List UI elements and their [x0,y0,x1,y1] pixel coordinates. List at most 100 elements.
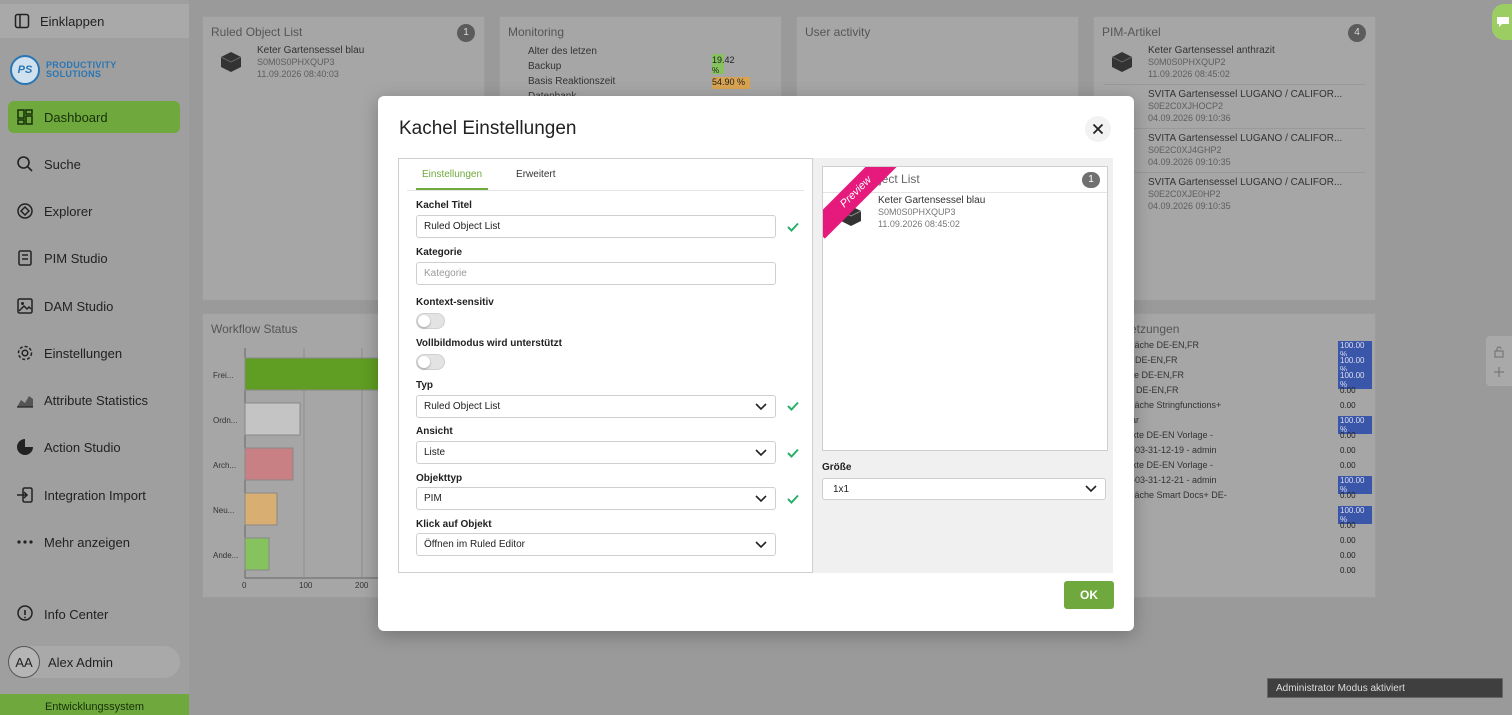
translation-value: 0.00 [1340,551,1356,560]
tile-translations[interactable]: etzungen erfläche DE-EN,FR 100.00 % rte DE… [1093,313,1376,598]
sidebar-item-attribute-statistics[interactable]: Attribute Statistics [8,384,180,416]
view-select[interactable]: Liste [416,441,776,464]
sidebar-item-dashboard[interactable]: Dashboard [8,101,180,133]
monitor-row: Backup [528,61,562,72]
chart-bar[interactable] [244,537,270,571]
tile-title-input[interactable]: Ruled Object List [416,215,776,238]
chat-icon [1497,17,1509,27]
chart-bar[interactable] [244,357,383,391]
check-icon [787,401,799,411]
tile-title: PIM-Artikel [1102,25,1161,39]
translation-value: 0.00 [1340,446,1356,455]
tab-erweitert[interactable]: Erweitert [510,165,561,190]
chevron-down-icon [1085,485,1097,493]
category-label: Ordn... [213,416,237,425]
list-item[interactable]: SVITA Gartensessel LUGANO / CALIFOR... S… [1104,87,1365,129]
check-icon [787,494,799,504]
object-type-select[interactable]: PIM [416,487,776,510]
chart-bar[interactable] [244,492,278,526]
explorer-icon [17,203,33,219]
translation-value: 0.00 [1340,461,1356,470]
tick-label: 200 [355,581,369,590]
item-code: S0E2C0XJE0HP2 [1148,189,1221,199]
list-item[interactable]: SVITA Gartensessel LUGANO / CALIFOR... S… [1104,175,1365,217]
lock-icon[interactable] [1493,346,1505,358]
check-icon [787,222,799,232]
sidebar-item-label: PIM Studio [44,250,108,266]
fullscreen-toggle[interactable] [416,354,445,370]
translation-label: erfläche Smart Docs+ DE- [1122,490,1227,500]
close-icon [1092,123,1104,135]
sidebar-item-more[interactable]: Mehr anzeigen [8,526,180,558]
chevron-down-icon [755,495,767,503]
item-date: 04.09.2026 09:10:35 [1148,157,1231,167]
context-sensitive-toggle[interactable] [416,313,445,329]
tile-pim-artikel[interactable]: PIM-Artikel 4 Keter Gartensessel anthraz… [1093,16,1376,301]
sidebar-item-explorer[interactable]: Explorer [8,195,180,227]
sidebar-item-label: DAM Studio [44,298,114,314]
select-value: Öffnen im Ruled Editor [424,539,525,550]
tick-label: 0 [242,581,247,590]
search-icon [17,156,33,172]
select-value: PIM [424,493,442,504]
product-thumbnail [1111,52,1133,72]
chat-button[interactable] [1492,4,1512,40]
info-icon [17,605,33,621]
list-item[interactable]: SVITA Gartensessel LUGANO / CALIFOR... S… [1104,131,1365,173]
sidebar-item-label: Mehr anzeigen [44,534,130,550]
more-icon [17,540,33,544]
category-label: Arch... [213,461,236,470]
chart-bar[interactable] [244,447,294,481]
tile-preview: Object List 1 Keter Gartensessel blau S0… [822,166,1108,451]
tab-einstellungen[interactable]: Einstellungen [416,165,489,190]
translation-row: erfläche Stringfunctions+ 0.00 [1122,400,1372,415]
tile-settings-dialog: Kachel Einstellungen Einstellungen Erwei… [378,96,1134,631]
sidebar: Einklappen PS PRODUCTIVITY SOLUTIONS Das… [0,0,189,715]
list-item[interactable]: Keter Gartensessel blau S0M0S0PHXQUP3 11… [213,43,474,85]
category-label: Frei... [213,371,233,380]
settings-form: Einstellungen Erweitert Kachel Titel Rul… [398,158,813,573]
category-input[interactable]: Kategorie [416,262,776,285]
action-icon [17,439,33,455]
item-name: Keter Gartensessel blau [878,195,986,206]
translation-value: 0.00 [1340,536,1356,545]
company-logo: PS PRODUCTIVITY SOLUTIONS [10,55,117,85]
ok-button[interactable]: OK [1064,581,1114,609]
translation-label: 26-03-31-12-19 - admin [1122,445,1217,455]
item-code: S0M0S0PHXQUP2 [1148,57,1226,67]
plus-icon[interactable] [1493,366,1505,378]
translation-value: 0.00 [1340,521,1356,530]
logo-mark: PS [10,55,40,85]
sidebar-item-einstellungen[interactable]: Einstellungen [8,337,180,369]
size-select[interactable]: 1x1 [822,478,1106,500]
sidebar-item-label: Dashboard [44,109,108,125]
click-action-select[interactable]: Öffnen im Ruled Editor [416,533,776,556]
sidebar-item-suche[interactable]: Suche [8,148,180,180]
translation-row: dukte DE-EN Vorlage - 0.00 [1122,460,1372,475]
collapse-button[interactable]: Einklappen [0,4,189,38]
tile-title: Monitoring [508,25,565,39]
translation-row: FR100.00 % [1122,505,1372,524]
field-label: Ansicht [416,426,453,437]
tick-label: 100 [299,581,313,590]
sidebar-item-action-studio[interactable]: Action Studio [8,431,180,463]
chart-bar[interactable] [244,402,301,436]
translation-value: 0.00 [1340,386,1356,395]
close-button[interactable] [1085,116,1111,142]
workflow-chart: Frei... Ordn... Arch... Neu... Ande... 0 100 20… [213,348,383,590]
type-select[interactable]: Ruled Object List [416,395,776,418]
sidebar-item-integration-import[interactable]: Integration Import [8,479,180,511]
count-badge: 1 [457,24,475,42]
sidebar-item-pim-studio[interactable]: PIM Studio [8,242,180,274]
monitor-value: 54.90 % [712,77,746,87]
select-value: 1x1 [833,483,850,495]
sidebar-item-label: Attribute Statistics [44,392,149,408]
user-profile-button[interactable]: AA Alex Admin [8,646,180,678]
sidebar-item-info-center[interactable]: Info Center [8,598,180,630]
sidebar-item-dam-studio[interactable]: DAM Studio [8,290,180,322]
item-name: SVITA Gartensessel LUGANO / CALIFOR... [1148,133,1343,144]
list-item[interactable]: Keter Gartensessel anthrazit S0M0S0PHXQU… [1104,43,1365,85]
category-label: Ande... [213,551,238,560]
item-date: 11.09.2026 08:45:02 [1148,69,1230,79]
item-code: S0M0S0PHXQUP3 [878,207,956,217]
